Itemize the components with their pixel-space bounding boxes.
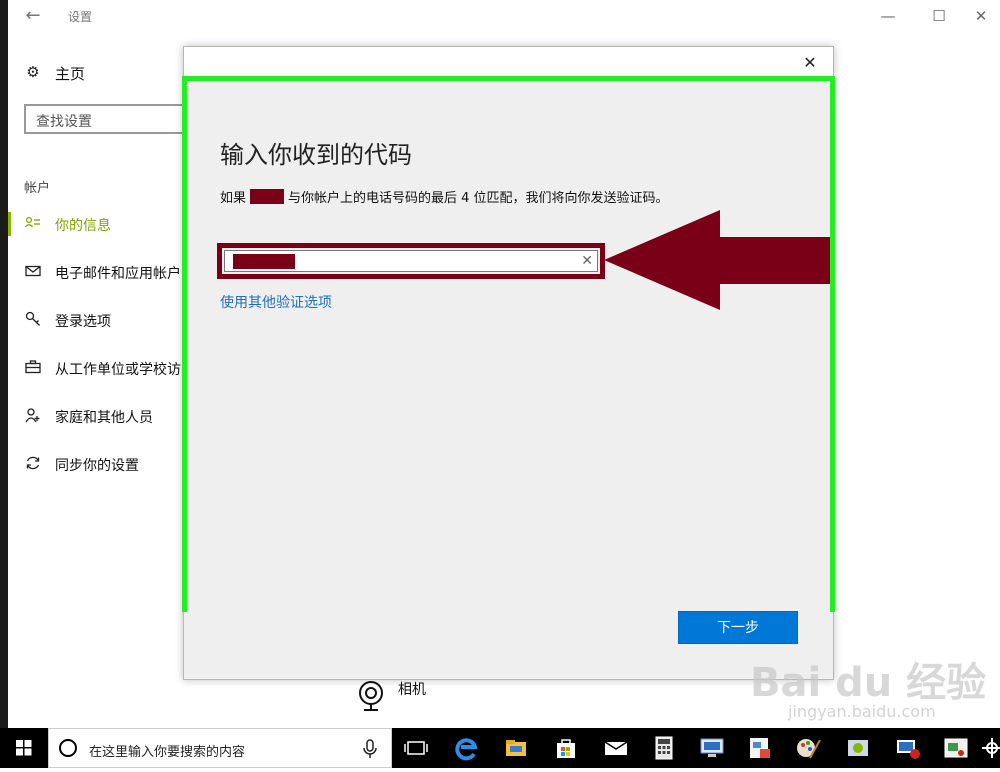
app-icon[interactable] (942, 734, 970, 762)
settings-search-input[interactable]: 查找设置 (24, 104, 194, 134)
redaction-mark (250, 189, 285, 204)
next-button[interactable]: 下一步 (678, 611, 798, 644)
back-button[interactable]: ← (18, 4, 48, 28)
app-icon[interactable] (844, 734, 872, 762)
dialog-heading: 输入你收到的代码 (220, 141, 412, 169)
redaction-mark (233, 254, 295, 269)
watermark-url: jingyan.baidu.com (788, 702, 936, 721)
add-person-icon (24, 407, 42, 425)
sidebar-item-family[interactable]: 家庭和其他人员 (55, 407, 153, 427)
briefcase-icon (24, 359, 42, 377)
calculator-icon[interactable] (650, 734, 678, 762)
file-explorer-icon[interactable] (502, 734, 530, 762)
sidebar-item-your-info[interactable]: 你的信息 (55, 215, 111, 235)
taskbar-search-placeholder: 在这里输入你要搜索的内容 (89, 745, 246, 760)
start-button[interactable] (0, 728, 48, 768)
close-button[interactable]: ✕ (958, 4, 1000, 28)
microphone-icon[interactable] (361, 739, 379, 759)
camera-label: 相机 (398, 682, 426, 698)
gear-icon: ⚙ (26, 63, 40, 81)
edge-icon[interactable] (452, 734, 480, 762)
task-view-icon[interactable] (402, 734, 430, 762)
section-heading: 帐户 (24, 181, 51, 196)
taskbar-search-box[interactable]: 在这里输入你要搜索的内容 (48, 728, 392, 768)
taskbar: 在这里输入你要搜索的内容 (0, 728, 1000, 768)
search-placeholder: 查找设置 (36, 114, 92, 130)
clear-icon[interactable]: ✕ (581, 251, 593, 271)
other-verification-link[interactable]: 使用其他验证选项 (220, 292, 332, 312)
windows-logo-icon (16, 740, 32, 756)
mail-icon[interactable] (602, 734, 630, 762)
title-bar: ← 设置 — ☐ ✕ (8, 0, 1000, 32)
watermark-logo: Bai du 经验 (750, 660, 987, 706)
camera-icon (359, 681, 383, 711)
annotation-arrow (604, 210, 830, 310)
mail-icon (24, 263, 42, 281)
store-icon[interactable] (552, 734, 580, 762)
desc-suffix: 与你帐户上的电话号码的最后 4 位匹配，我们将向你发送验证码。 (288, 191, 669, 206)
sidebar-item-sign-in-options[interactable]: 登录选项 (55, 311, 111, 331)
dialog-close-button[interactable]: ✕ (796, 51, 824, 75)
code-input[interactable]: ✕ (224, 250, 598, 272)
dialog-description: 如果 与你帐户上的电话号码的最后 4 位匹配，我们将向你发送验证码。 (220, 187, 669, 206)
remote-desktop-icon[interactable] (698, 734, 726, 762)
sidebar-item-work-school[interactable]: 从工作单位或学校访问 (55, 359, 185, 379)
window-title: 设置 (68, 10, 93, 24)
minimize-button[interactable]: — (865, 4, 911, 28)
person-card-icon (24, 215, 42, 233)
sync-icon (24, 455, 42, 473)
paint-icon[interactable] (794, 734, 822, 762)
desc-prefix: 如果 (220, 191, 247, 206)
code-input-highlight: ✕ (217, 243, 605, 279)
key-icon (24, 311, 42, 329)
action-center-icon[interactable] (978, 734, 1000, 762)
cortana-icon (59, 739, 77, 757)
sidebar-item-email-accounts[interactable]: 电子邮件和应用帐户 (55, 263, 185, 283)
app-icon[interactable] (746, 734, 774, 762)
maximize-button[interactable]: ☐ (916, 4, 962, 28)
network-icon[interactable] (894, 734, 922, 762)
sidebar-item-sync[interactable]: 同步你的设置 (55, 455, 139, 475)
verification-dialog: ✕ 输入你收到的代码 如果 与你帐户上的电话号码的最后 4 位匹配，我们将向你发… (182, 46, 835, 680)
dialog-titlebar: ✕ (184, 47, 833, 77)
desktop-background (0, 0, 8, 728)
sidebar-home[interactable]: 主页 (55, 63, 85, 84)
active-indicator (8, 212, 11, 236)
